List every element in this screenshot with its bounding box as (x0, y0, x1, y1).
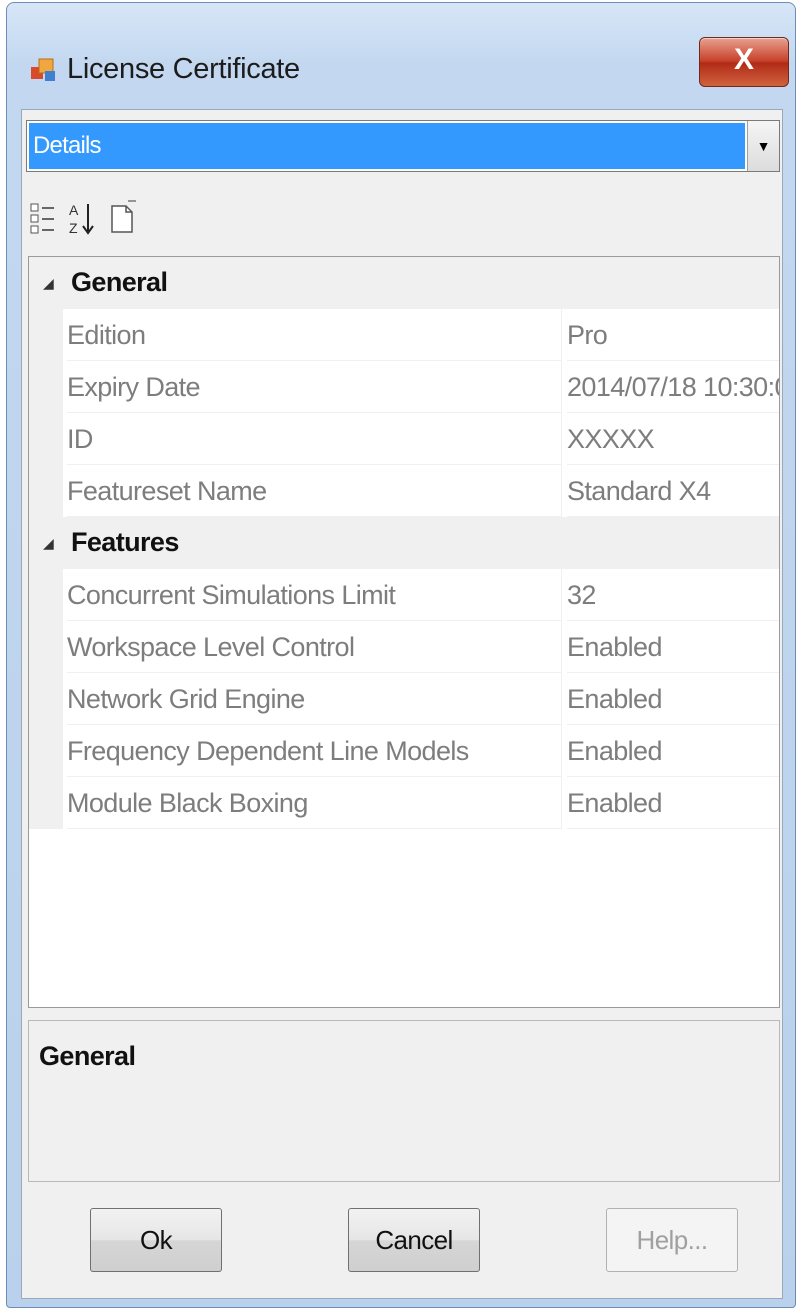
property-toolbar: A Z (26, 184, 780, 256)
property-row[interactable]: ID XXXXX (29, 413, 779, 465)
dialog-client-area: Details ▼ A Z ◢ General Edition Pro Expi… (21, 109, 783, 1299)
row-gutter (29, 465, 63, 517)
property-pages-icon[interactable] (106, 198, 140, 238)
collapse-triangle-icon[interactable]: ◢ (43, 535, 54, 552)
close-button[interactable]: X (699, 37, 789, 87)
property-name: Expiry Date (67, 361, 562, 413)
property-value: Enabled (567, 673, 779, 725)
app-icon (31, 58, 55, 81)
title-bar[interactable]: License Certificate X (7, 3, 795, 111)
collapse-triangle-icon[interactable]: ◢ (43, 275, 54, 292)
property-name: Edition (67, 309, 562, 361)
row-gutter (29, 673, 63, 725)
property-value: Standard X4 (567, 465, 779, 517)
row-gutter (29, 309, 63, 361)
property-value: 2014/07/18 10:30:06 (567, 361, 779, 413)
license-certificate-window: License Certificate X Details ▼ A Z ◢ Ge… (6, 2, 796, 1308)
ok-button[interactable]: Ok (90, 1208, 222, 1272)
row-gutter (29, 569, 63, 621)
property-row[interactable]: Workspace Level Control Enabled (29, 621, 779, 673)
row-gutter (29, 725, 63, 777)
svg-text:Z: Z (69, 220, 78, 236)
view-select[interactable]: Details ▼ (26, 120, 780, 172)
row-gutter (29, 361, 63, 413)
category-general[interactable]: ◢ General (29, 257, 779, 309)
chevron-down-icon[interactable]: ▼ (747, 121, 779, 171)
property-row[interactable]: Module Black Boxing Enabled (29, 777, 779, 829)
property-name: Workspace Level Control (67, 621, 562, 673)
property-row[interactable]: Frequency Dependent Line Models Enabled (29, 725, 779, 777)
property-value: 32 (567, 569, 779, 621)
svg-text:A: A (69, 202, 79, 218)
property-name: Concurrent Simulations Limit (67, 569, 562, 621)
property-name: Network Grid Engine (67, 673, 562, 725)
category-label: General (71, 267, 168, 297)
property-row[interactable]: Featureset Name Standard X4 (29, 465, 779, 517)
property-grid: ◢ General Edition Pro Expiry Date 2014/07/… (28, 256, 780, 1008)
property-name: Featureset Name (67, 465, 562, 517)
property-name: Module Black Boxing (67, 777, 562, 829)
row-gutter (29, 413, 63, 465)
category-label: Features (71, 527, 179, 557)
property-value: XXXXX (567, 413, 779, 465)
property-value: Enabled (567, 621, 779, 673)
help-button[interactable]: Help... (606, 1208, 738, 1272)
property-row[interactable]: Expiry Date2014/07/18 10:30:06 (29, 361, 779, 413)
category-features[interactable]: ◢ Features (29, 517, 779, 569)
property-row[interactable]: Network Grid Engine Enabled (29, 673, 779, 725)
categorized-view-icon[interactable] (28, 198, 62, 238)
cancel-button[interactable]: Cancel (348, 1208, 480, 1272)
property-name: ID (67, 413, 562, 465)
property-value: Pro (567, 309, 779, 361)
description-pane: General (28, 1020, 780, 1182)
view-select-value: Details (29, 123, 745, 169)
property-row[interactable]: Edition Pro (29, 309, 779, 361)
description-title: General (39, 1041, 136, 1071)
row-gutter (29, 621, 63, 673)
property-row[interactable]: Concurrent Simulations Limit 32 (29, 569, 779, 621)
row-gutter (29, 777, 63, 829)
property-value: Enabled (567, 777, 779, 829)
alphabetical-sort-icon[interactable]: A Z (66, 198, 100, 238)
property-name: Frequency Dependent Line Models (67, 725, 562, 777)
window-title: License Certificate (67, 53, 300, 85)
property-value: Enabled (567, 725, 779, 777)
